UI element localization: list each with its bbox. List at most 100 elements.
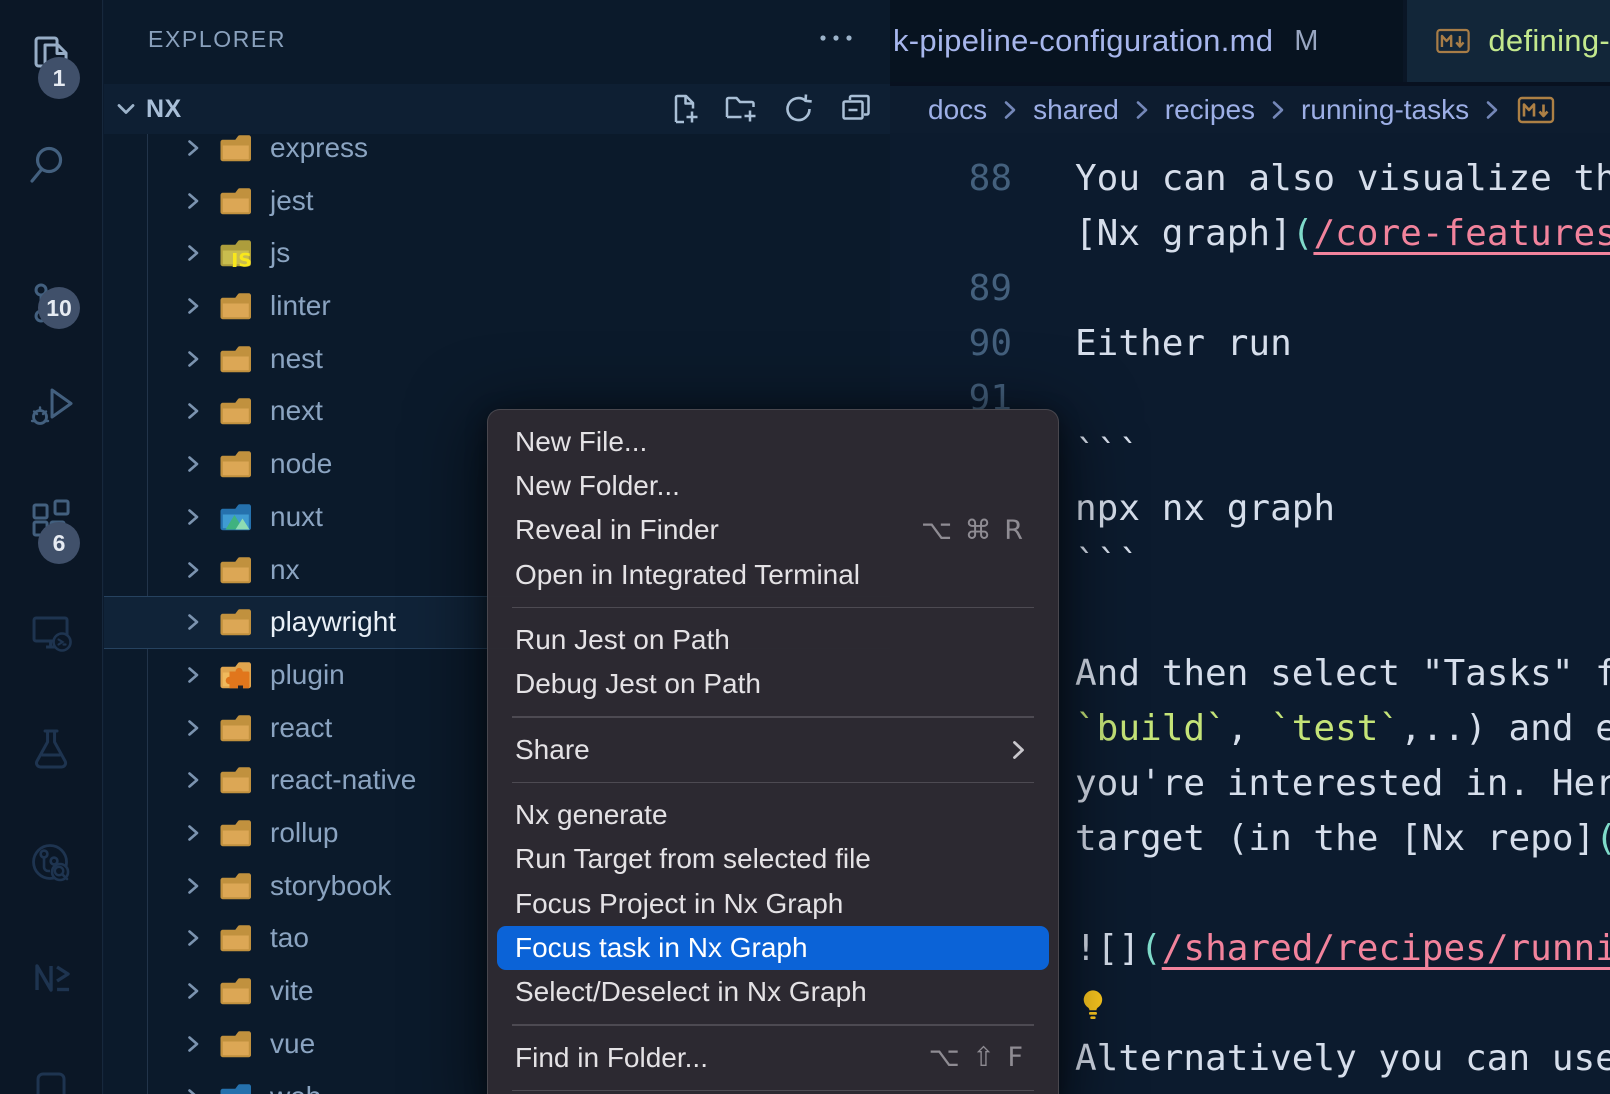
code-segment: target (in the [Nx repo] <box>1075 818 1595 859</box>
tree-item-label: node <box>270 448 332 480</box>
context-menu: New File... New Folder... Reveal in Find… <box>487 409 1059 1094</box>
menu-separator <box>512 772 1034 793</box>
tree-item-nest[interactable]: nest <box>104 332 890 385</box>
tree-item-jest[interactable]: jest <box>104 174 890 227</box>
code-segment: Either run <box>1075 323 1292 364</box>
chevron-right-icon <box>182 506 204 528</box>
chevron-right-icon <box>182 453 204 475</box>
chevron-right-icon <box>182 348 204 370</box>
chevron-right-icon <box>182 1033 204 1055</box>
menu-item-focus-task-in-nx-graph[interactable]: Focus task in Nx Graph <box>497 926 1049 970</box>
chevron-right-icon <box>182 611 204 633</box>
tree-item-label: jest <box>270 185 314 217</box>
menu-item-new-folder[interactable]: New Folder... <box>497 464 1049 508</box>
chevron-right-icon <box>182 927 204 949</box>
activity-item-remote-explorer[interactable] <box>0 609 103 705</box>
tree-item-label: react <box>270 712 332 744</box>
lightbulb-icon[interactable] <box>1078 986 1108 1034</box>
menu-item-label: Nx generate <box>515 799 668 831</box>
tab-task-pipeline-configuration[interactable]: k-pipeline-configuration.mdM <box>890 0 1403 82</box>
menu-item-new-file[interactable]: New File... <box>497 420 1049 464</box>
code-segment: npx nx graph <box>1075 488 1335 529</box>
markdown-icon <box>1436 27 1471 55</box>
chevron-right-icon <box>182 717 204 739</box>
chevron-right-icon <box>182 980 204 1002</box>
chevron-right-icon <box>182 822 204 844</box>
menu-item-reveal-in-finder[interactable]: Reveal in Finder ⌥ ⌘ R <box>497 508 1049 552</box>
menu-item-open-in-integrated-terminal[interactable]: Open in Integrated Terminal <box>497 552 1049 596</box>
menu-separator <box>512 706 1034 727</box>
code-segment: And then select "Tasks" f <box>1075 653 1610 694</box>
code-segment: ( <box>1292 213 1314 254</box>
chevron-right-icon <box>182 242 204 264</box>
rounded-square-icon <box>27 1066 75 1094</box>
chevron-right-icon <box>182 769 204 791</box>
menu-item-focus-project-in-nx-graph[interactable]: Focus Project in Nx Graph <box>497 881 1049 925</box>
activity-item-testing[interactable] <box>0 724 103 820</box>
code-segment: You can also visualize th <box>1075 158 1610 199</box>
folder-icon <box>219 1030 253 1058</box>
breadcrumb-chevron-icon <box>1481 95 1503 125</box>
activity-badge: 6 <box>38 522 80 564</box>
tab-label: defining- <box>1488 23 1610 59</box>
tree-item-label: express <box>270 132 368 164</box>
chevron-right-icon <box>182 400 204 422</box>
search-icon <box>27 141 75 194</box>
code-segment: ( <box>1140 928 1162 969</box>
activity-item-run-and-debug[interactable] <box>0 381 103 477</box>
tab-defining[interactable]: defining- <box>1407 0 1610 82</box>
tree-item-label: rollup <box>270 817 338 849</box>
code-segment: `test` <box>1270 708 1400 749</box>
activity-item-explorer[interactable]: 1 <box>0 31 103 127</box>
code-segment: you're interested in. Her <box>1075 763 1610 804</box>
menu-separator <box>512 1080 1034 1094</box>
code-segment: `build` <box>1075 708 1227 749</box>
menu-item-run-jest-on-path[interactable]: Run Jest on Path <box>497 618 1049 662</box>
chevron-right-icon <box>182 137 204 159</box>
code-segment: /core-features <box>1313 213 1610 254</box>
tree-item-label: playwright <box>270 606 396 638</box>
activity-item-search[interactable] <box>0 141 103 237</box>
tree-item-label: js <box>270 237 290 269</box>
line-number: 88 <box>969 151 1012 206</box>
tree-item-linter[interactable]: linter <box>104 280 890 333</box>
activity-item-extensions[interactable]: 6 <box>0 496 103 592</box>
menu-item-find-in-folder[interactable]: Find in Folder... ⌥ ⇧ F <box>497 1035 1049 1079</box>
breadcrumb-shared[interactable]: shared <box>1033 94 1119 126</box>
activity-item-nx-console[interactable] <box>0 954 103 1050</box>
menu-shortcut: ⌥ ⌘ R <box>921 515 1025 546</box>
code-segment: /shared/recipes/runni <box>1162 928 1610 969</box>
line-number: 90 <box>969 316 1012 371</box>
tree-item-label: linter <box>270 290 331 322</box>
menu-item-label: Find in Folder... <box>515 1042 708 1074</box>
activity-bar: 1 10 6 <box>0 0 103 1094</box>
remote-explorer-icon <box>27 609 75 662</box>
menu-shortcut: ⌥ ⇧ F <box>929 1042 1025 1073</box>
breadcrumb-chevron-icon <box>999 95 1021 125</box>
activity-badge: 10 <box>38 287 80 329</box>
activity-item-source-control[interactable]: 10 <box>0 279 103 375</box>
folder-icon <box>219 608 253 636</box>
activity-item-git-graph[interactable] <box>0 839 103 935</box>
breadcrumb-docs[interactable]: docs <box>928 94 987 126</box>
menu-separator <box>512 1014 1034 1035</box>
code-segment: [Nx graph] <box>1075 213 1292 254</box>
folder-icon <box>219 766 253 794</box>
menu-item-label: Reveal in Finder <box>515 514 719 546</box>
chevron-right-icon <box>182 664 204 686</box>
activity-item-bottom-partial[interactable] <box>0 1066 103 1094</box>
code-segment: ( <box>1595 818 1610 859</box>
menu-item-share[interactable]: Share <box>497 727 1049 771</box>
code-line: 90 Either run <box>890 316 1610 371</box>
menu-item-select-deselect-in-nx-graph[interactable]: Select/Deselect in Nx Graph <box>497 970 1049 1014</box>
menu-item-nx-generate[interactable]: Nx generate <box>497 793 1049 837</box>
breadcrumb-running-tasks[interactable]: running-tasks <box>1301 94 1469 126</box>
tree-item-js[interactable]: JSjs <box>104 227 890 280</box>
menu-item-run-target-from-selected-file[interactable]: Run Target from selected file <box>497 837 1049 881</box>
menu-item-label: Focus Project in Nx Graph <box>515 888 843 920</box>
menu-item-debug-jest-on-path[interactable]: Debug Jest on Path <box>497 662 1049 706</box>
tree-item-express[interactable]: express <box>104 122 890 175</box>
tab-label: k-pipeline-configuration.md <box>893 23 1273 59</box>
chevron-right-icon <box>182 875 204 897</box>
breadcrumb-recipes[interactable]: recipes <box>1165 94 1255 126</box>
